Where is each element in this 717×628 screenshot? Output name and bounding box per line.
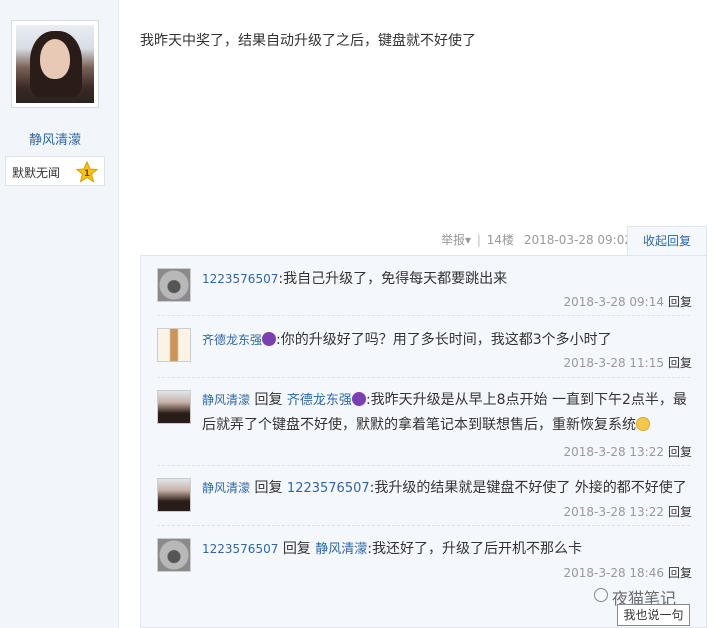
reply-content: 1223576507 回复 静风清濛:我还好了，升级了后开机不那么卡 [202,537,692,562]
reply-text-continued: 后就弄了个键盘不好使，默默的拿着笔记本到联想售后，重新恢复系统 [202,417,636,433]
girl-avatar-icon[interactable] [157,478,191,512]
devil-emoji-icon [262,332,277,346]
reply-meta: 2018-3-28 18:46 回复 [563,564,692,581]
reply-content: 静风清濛 回复 1223576507:我升级的结果就是键盘不好使了 外接的都不好… [202,476,692,501]
reply-divider [157,465,690,466]
say-something-button[interactable]: 我也说一句 [617,604,690,626]
reply-meta: 2018-3-28 09:14 回复 [563,293,692,310]
reply-divider [157,525,690,526]
meta-divider: | [476,233,481,247]
reply-word: 回复 [254,480,283,496]
statue-avatar-icon[interactable] [157,328,191,362]
reply-target-user[interactable]: 齐德龙东强 [287,393,352,408]
reply-divider [157,377,690,378]
post-meta: 举报▾ | 14楼 2018-03-28 09:02 [441,231,632,248]
reply-meta: 2018-3-28 13:22 回复 [563,443,692,460]
reply-username[interactable]: 齐德龙东强 [202,333,262,347]
reply-target-user[interactable]: 1223576507 [287,481,370,496]
chevron-down-icon: ▾ [465,233,472,247]
reply-meta: 2018-3-28 13:22 回复 [563,503,692,520]
reply-button[interactable]: 回复 [668,445,692,459]
rank-box: 默默无闻 1 [5,156,105,186]
reply-meta: 2018-3-28 11:15 回复 [563,354,692,371]
reply-target-user[interactable]: 静风清濛 [315,542,367,557]
reply-time: 2018-3-28 11:15 [563,356,664,370]
reply-content: 1223576507:我自己升级了，免得每天都要跳出来 [202,267,692,291]
reply-time: 2018-3-28 18:46 [563,566,664,580]
reply-button[interactable]: 回复 [668,566,692,580]
post-content: 我昨天中奖了，结果自动升级了之后，键盘就不好使了 [140,33,476,49]
star-badge-icon: 1 [76,161,98,183]
reply-text: :你的升级好了吗？用了多长时间，我这都3个多小时了 [276,332,612,348]
reply-word: 回复 [282,541,311,557]
scream-emoji-icon [636,417,650,431]
wechat-icon [594,588,608,602]
reply-username[interactable]: 1223576507 [202,272,278,286]
reply-username[interactable]: 1223576507 [202,542,278,556]
devil-emoji-icon [351,392,366,406]
reply-word: 回复 [254,392,283,408]
report-link[interactable]: 举报▾ [441,233,471,247]
reply-text: :我还好了，升级了后开机不那么卡 [367,541,582,557]
koala-avatar-icon[interactable] [157,268,191,302]
floor-number: 14楼 [486,233,515,247]
reply-text: :我昨天升级是从早上8点开始 一直到下午2点半，最 [365,392,687,408]
author-username[interactable]: 静风清濛 [0,129,110,148]
koala-avatar-icon[interactable] [157,538,191,572]
rank-level: 1 [84,169,90,179]
reply-time: 2018-3-28 13:22 [563,445,664,459]
reply-button[interactable]: 回复 [668,505,692,519]
rank-title: 默默无闻 [12,166,61,180]
reply-text: :我自己升级了，免得每天都要跳出来 [278,271,508,287]
reply-divider [157,315,690,316]
reply-text: :我升级的结果就是键盘不好使了 外接的都不好使了 [369,480,687,496]
reply-time: 2018-3-28 09:14 [563,295,664,309]
reply-time: 2018-3-28 13:22 [563,505,664,519]
replies-panel: 1223576507:我自己升级了，免得每天都要跳出来 2018-3-28 09… [140,255,707,628]
reply-content: 齐德龙东强 :你的升级好了吗？用了多长时间，我这都3个多小时了 [202,328,692,352]
author-sidebar: 静风清濛 默默无闻 1 [0,0,119,628]
reply-username[interactable]: 静风清濛 [202,481,250,495]
girl-avatar-icon[interactable] [157,390,191,424]
author-avatar[interactable] [11,20,99,108]
reply-button[interactable]: 回复 [668,295,692,309]
reply-button[interactable]: 回复 [668,356,692,370]
post-time: 2018-03-28 09:02 [523,233,632,247]
girl-avatar-image [16,25,94,103]
reply-username[interactable]: 静风清濛 [202,393,250,407]
collapse-replies-button[interactable]: 收起回复 [627,226,707,256]
reply-content: 静风清濛 回复 齐德龙东强 :我昨天升级是从早上8点开始 一直到下午2点半，最 后… [202,388,692,437]
